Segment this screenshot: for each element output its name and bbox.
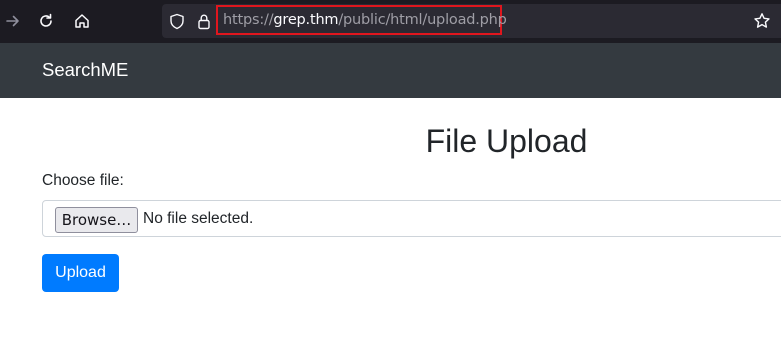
forward-icon <box>6 15 19 27</box>
site-navbar: SearchME <box>0 43 781 98</box>
navbar-brand[interactable]: SearchME <box>42 59 128 81</box>
reload-button[interactable] <box>33 8 59 34</box>
url-host: grep.thm <box>273 12 339 28</box>
shield-icon[interactable] <box>168 12 186 30</box>
bookmark-star-icon[interactable] <box>753 12 771 30</box>
forward-button[interactable] <box>0 8 26 34</box>
lock-icon[interactable] <box>195 12 213 30</box>
file-label: Choose file: <box>42 172 124 189</box>
home-icon <box>75 14 89 28</box>
url-text[interactable]: https://grep.thm/public/html/upload.php <box>216 5 507 35</box>
browse-button[interactable]: Browse… <box>55 207 138 233</box>
home-button[interactable] <box>69 8 95 34</box>
upload-button[interactable]: Upload <box>42 254 119 292</box>
page-title: File Upload <box>425 123 588 159</box>
file-status: No file selected. <box>143 210 254 227</box>
browser-toolbar: https://grep.thm/public/html/upload.php <box>0 0 781 43</box>
reload-icon <box>40 13 52 27</box>
file-input[interactable]: Browse… No file selected. <box>42 200 781 237</box>
url-path: /public/html/upload.php <box>338 12 507 28</box>
url-scheme: https:// <box>223 12 274 28</box>
